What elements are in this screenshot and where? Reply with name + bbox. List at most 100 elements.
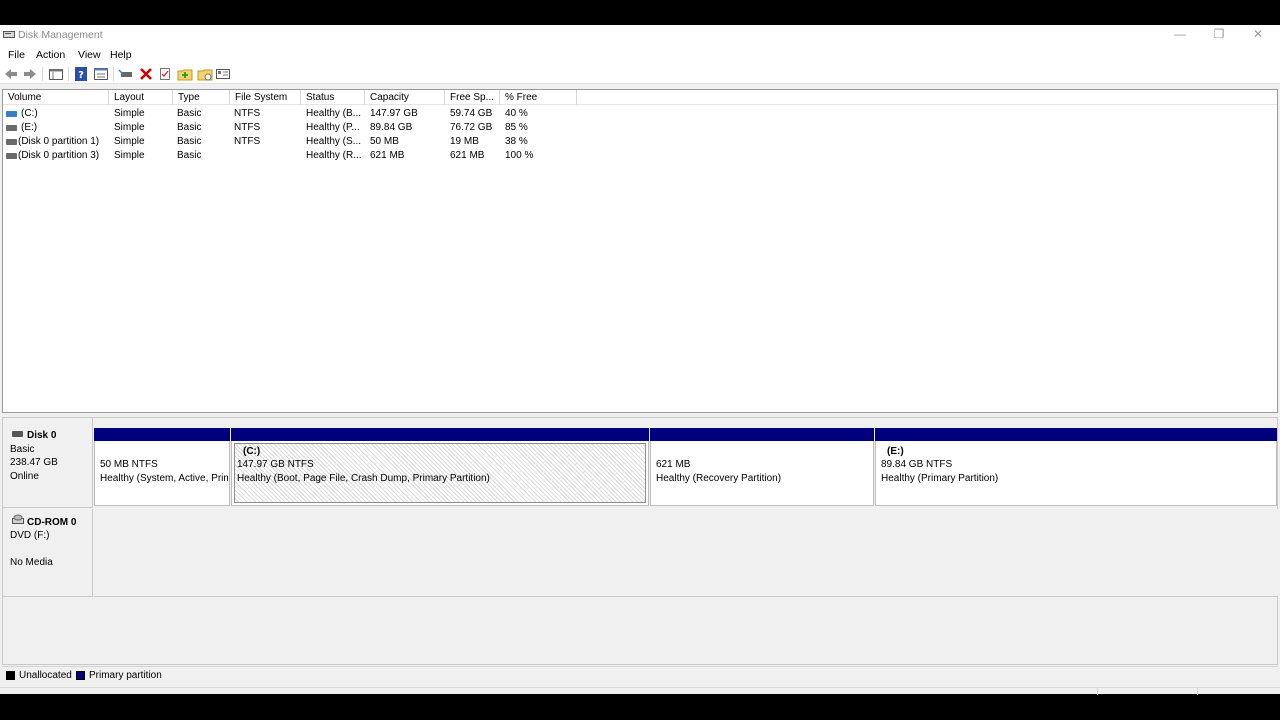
primary-partition-bar xyxy=(650,428,874,441)
disk-size: 238.47 GB xyxy=(10,457,58,468)
partition-system[interactable]: 50 MB NTFS Healthy (System, Active, Prim… xyxy=(94,428,230,506)
menu-help[interactable]: Help xyxy=(110,49,132,61)
toolbar-separator xyxy=(113,67,114,81)
volume-free: 621 MB xyxy=(450,150,485,161)
column-status[interactable]: Status xyxy=(301,90,365,105)
volume-name: (Disk 0 partition 3) xyxy=(18,150,100,161)
toolbar-separator xyxy=(68,67,69,81)
menu-file[interactable]: File xyxy=(8,49,25,61)
cdrom-0-info[interactable]: CD-ROM 0 DVD (F:) No Media xyxy=(3,509,93,597)
partition-recovery[interactable]: 621 MB Healthy (Recovery Partition) xyxy=(650,428,874,506)
column-layout[interactable]: Layout xyxy=(109,90,173,105)
partition-size: 621 MB xyxy=(656,459,691,470)
list-view-icon[interactable] xyxy=(48,66,64,82)
legend: Unallocated Primary partition xyxy=(2,666,1278,686)
volume-fs: NTFS xyxy=(234,108,261,119)
status-bar xyxy=(0,687,1280,695)
partition-c[interactable]: (C:) 147.97 GB NTFS Healthy (Boot, Page … xyxy=(231,428,649,506)
primary-partition-swatch xyxy=(76,671,85,680)
volume-icon xyxy=(6,111,17,117)
volume-free: 76.72 GB xyxy=(450,122,493,133)
volume-pct-free: 100 % xyxy=(505,150,534,161)
column-percent-free[interactable]: % Free xyxy=(500,90,577,105)
menu-view[interactable]: View xyxy=(78,49,101,61)
cdrom-icon xyxy=(12,514,24,524)
disk-management-app-icon xyxy=(3,31,15,38)
status-bar-pane xyxy=(1097,688,1197,695)
volume-capacity: 89.84 GB xyxy=(370,122,413,133)
partition-size: 89.84 GB NTFS xyxy=(881,459,953,470)
disk-management-window: Disk Management — ❐ ✕ File Action View H… xyxy=(0,25,1280,695)
volume-list-header: Volume Layout Type File System Status Ca… xyxy=(3,90,1277,105)
toolbar-separator xyxy=(42,67,43,81)
column-free-space[interactable]: Free Sp... xyxy=(445,90,500,105)
disk-0-info[interactable]: Disk 0 Basic 238.47 GB Online xyxy=(3,418,93,508)
column-type[interactable]: Type xyxy=(173,90,230,105)
volume-name: (Disk 0 partition 1) xyxy=(18,136,100,147)
new-folder-icon[interactable] xyxy=(177,66,193,82)
column-file-system[interactable]: File System xyxy=(230,90,301,105)
volume-name: (E:) xyxy=(21,122,38,133)
column-capacity[interactable]: Capacity xyxy=(365,90,445,105)
volume-layout: Simple xyxy=(114,150,145,161)
volume-type: Basic xyxy=(177,108,202,119)
partition-size: 50 MB NTFS xyxy=(100,459,158,470)
volume-pct-free: 40 % xyxy=(505,108,528,119)
cdrom-media: No Media xyxy=(10,557,53,568)
svg-text:?: ? xyxy=(78,70,84,81)
primary-partition-bar xyxy=(94,428,230,441)
disk-graphical-view: Disk 0 Basic 238.47 GB Online 50 MB NTFS… xyxy=(2,417,1278,665)
restore-button[interactable]: ❐ xyxy=(1199,25,1239,45)
volume-pct-free: 85 % xyxy=(505,122,528,133)
volume-icon xyxy=(6,125,17,131)
volume-free: 19 MB xyxy=(450,136,479,147)
forward-arrow-icon[interactable] xyxy=(22,66,38,82)
volume-type: Basic xyxy=(177,150,202,161)
check-icon[interactable] xyxy=(157,66,173,82)
cdrom-kind: DVD (F:) xyxy=(10,530,50,541)
volume-status: Healthy (S... xyxy=(306,136,362,147)
help-icon[interactable]: ? xyxy=(73,66,89,82)
volume-free: 59.74 GB xyxy=(450,108,493,119)
primary-partition-bar xyxy=(231,428,649,441)
partition-e[interactable]: (E:) 89.84 GB NTFS Healthy (Primary Part… xyxy=(875,428,1277,506)
back-arrow-icon[interactable] xyxy=(3,66,19,82)
legend-unallocated: Unallocated xyxy=(19,670,72,681)
volume-row[interactable]: (C:) Simple Basic NTFS Healthy (B... 147… xyxy=(3,107,1277,121)
delete-icon[interactable] xyxy=(138,66,154,82)
settings-view-icon[interactable] xyxy=(215,66,231,82)
minimize-button[interactable]: — xyxy=(1160,25,1200,45)
properties-icon[interactable] xyxy=(93,66,109,82)
volume-type: Basic xyxy=(177,136,202,147)
primary-partition-bar xyxy=(875,428,1277,441)
menu-action[interactable]: Action xyxy=(36,49,65,61)
volume-row[interactable]: (E:) Simple Basic NTFS Healthy (P... 89.… xyxy=(3,121,1277,135)
volume-row[interactable]: (Disk 0 partition 1) Simple Basic NTFS H… xyxy=(3,135,1277,149)
volume-capacity: 147.97 GB xyxy=(370,108,418,119)
legend-primary-partition: Primary partition xyxy=(89,670,162,681)
volume-row[interactable]: (Disk 0 partition 3) Simple Basic Health… xyxy=(3,149,1277,163)
disk-state: Online xyxy=(10,471,39,482)
volume-list: Volume Layout Type File System Status Ca… xyxy=(2,89,1278,413)
volume-icon xyxy=(6,139,17,145)
volume-status: Healthy (B... xyxy=(306,108,362,119)
disk-icon xyxy=(12,431,23,437)
connect-icon[interactable] xyxy=(118,66,134,82)
title-bar: Disk Management — ❐ ✕ xyxy=(0,25,1280,45)
open-folder-icon[interactable] xyxy=(197,66,213,82)
volume-type: Basic xyxy=(177,122,202,133)
volume-layout: Simple xyxy=(114,108,145,119)
volume-status: Healthy (R... xyxy=(306,150,362,161)
column-volume[interactable]: Volume xyxy=(3,90,109,105)
partition-status: Healthy (Primary Partition) xyxy=(881,473,999,484)
partition-label: (E:) xyxy=(887,446,904,457)
partition-status: Healthy (System, Active, Primary Partiti… xyxy=(100,473,228,484)
close-window-button[interactable]: ✕ xyxy=(1238,25,1278,45)
volume-name: (C:) xyxy=(21,108,38,119)
menu-bar: File Action View Help xyxy=(0,45,1280,64)
window-title: Disk Management xyxy=(18,29,103,41)
partition-label: (C:) xyxy=(243,446,261,457)
unallocated-swatch xyxy=(6,671,15,680)
volume-pct-free: 38 % xyxy=(505,136,528,147)
disk-kind: Basic xyxy=(10,444,35,455)
